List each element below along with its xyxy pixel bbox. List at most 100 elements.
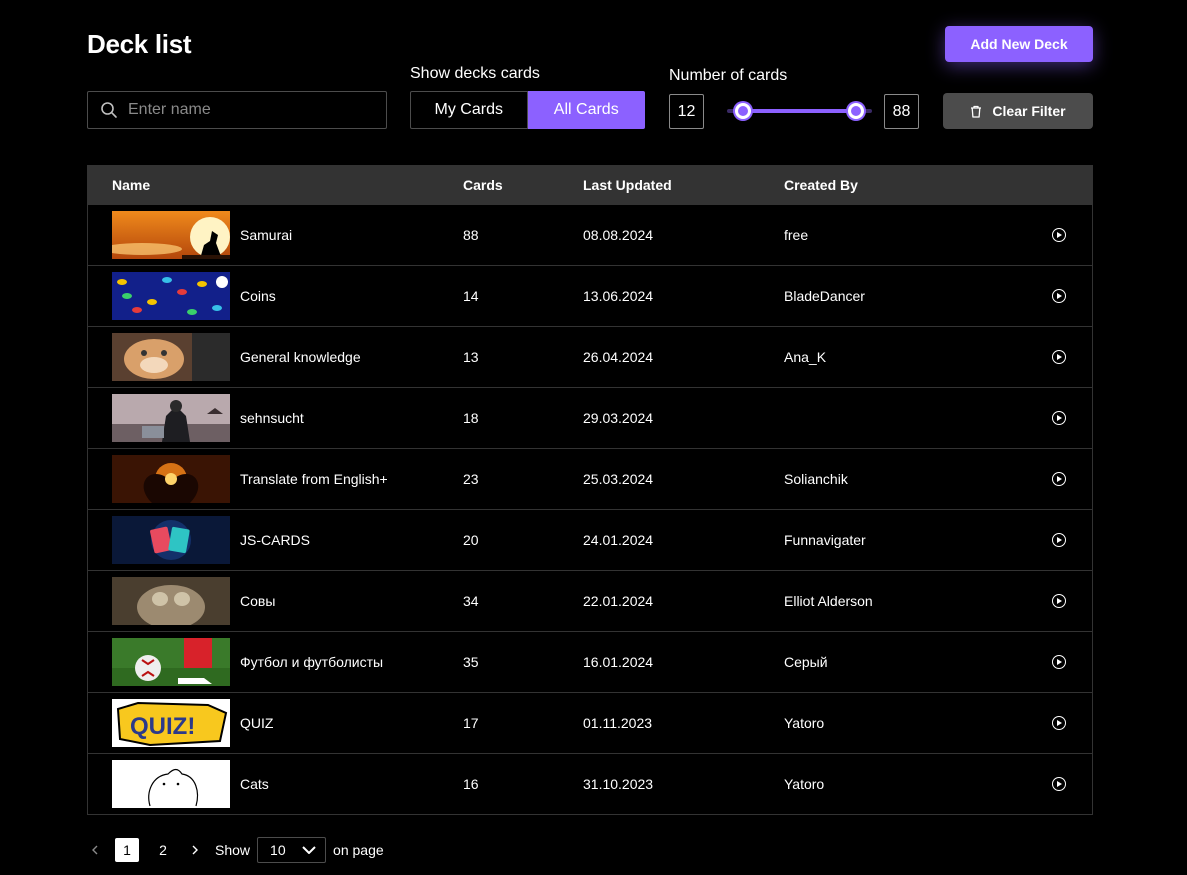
table-row[interactable]: General knowledge 13 26.04.2024 Ana_K xyxy=(88,326,1092,387)
show-decks-label: Show decks cards xyxy=(410,65,540,82)
deck-name[interactable]: Совы xyxy=(240,593,275,609)
per-page-select[interactable]: 10 xyxy=(257,837,327,863)
deck-cards-count: 34 xyxy=(463,593,479,609)
search-input[interactable] xyxy=(128,101,368,119)
deck-name[interactable]: JS-CARDS xyxy=(240,532,310,548)
table-row[interactable]: Translate from English+ 23 25.03.2024 Solia… xyxy=(88,448,1092,509)
deck-created-by: Solianchik xyxy=(784,471,848,487)
deck-cover-image[interactable] xyxy=(112,272,230,320)
play-icon[interactable] xyxy=(1052,655,1066,669)
table-row[interactable]: Футбол и футболисты 35 16.01.2024 Серый xyxy=(88,631,1092,692)
decks-table: Name Cards Last Updated Created By Samur… xyxy=(87,165,1093,815)
play-icon[interactable] xyxy=(1052,777,1066,791)
prev-page-icon[interactable] xyxy=(87,844,103,856)
deck-last-updated: 31.10.2023 xyxy=(583,776,654,792)
play-icon[interactable] xyxy=(1052,228,1066,242)
play-icon[interactable] xyxy=(1052,472,1066,486)
table-row[interactable]: Cats 16 31.10.2023 Yatoro xyxy=(88,753,1092,814)
deck-last-updated: 22.01.2024 xyxy=(583,593,654,609)
page-2[interactable]: 2 xyxy=(151,838,175,862)
deck-cards-count: 20 xyxy=(463,532,479,548)
tab-all-cards[interactable]: All Cards xyxy=(527,91,645,129)
next-page-icon[interactable] xyxy=(187,844,203,856)
deck-cover-image[interactable] xyxy=(112,760,230,808)
play-icon[interactable] xyxy=(1052,411,1066,425)
page-1[interactable]: 1 xyxy=(115,838,139,862)
show-decks-toggle[interactable]: My Cards All Cards xyxy=(410,91,645,129)
deck-name[interactable]: Samurai xyxy=(240,227,292,243)
deck-created-by: free xyxy=(784,227,809,243)
deck-last-updated: 29.03.2024 xyxy=(583,410,654,426)
deck-cover-image[interactable]: QUIZ! xyxy=(112,699,230,747)
deck-last-updated: 08.08.2024 xyxy=(583,227,654,243)
deck-cover-image[interactable] xyxy=(112,211,230,259)
table-row[interactable]: Coins 14 13.06.2024 BladeDancer xyxy=(88,265,1092,326)
add-new-deck-button[interactable]: Add New Deck xyxy=(945,26,1093,62)
deck-name[interactable]: Cats xyxy=(240,776,269,792)
deck-created-by: Ana_K xyxy=(784,349,827,365)
chevron-down-icon xyxy=(302,846,316,854)
deck-last-updated: 16.01.2024 xyxy=(583,654,654,670)
play-icon[interactable] xyxy=(1052,350,1066,364)
on-page-label: on page xyxy=(333,842,384,858)
table-row[interactable]: Samurai 88 08.08.2024 free xyxy=(88,204,1092,265)
trash-icon xyxy=(971,105,982,118)
range-max-value: 88 xyxy=(884,94,919,129)
column-header-name[interactable]: Name xyxy=(112,177,150,193)
deck-cards-count: 35 xyxy=(463,654,479,670)
deck-last-updated: 01.11.2023 xyxy=(583,715,653,731)
deck-name[interactable]: sehnsucht xyxy=(240,410,304,426)
play-icon[interactable] xyxy=(1052,594,1066,608)
deck-name[interactable]: Футбол и футболисты xyxy=(240,654,383,670)
deck-name[interactable]: General knowledge xyxy=(240,349,361,365)
table-row[interactable]: JS-CARDS 20 24.01.2024 Funnavigater xyxy=(88,509,1092,570)
play-icon[interactable] xyxy=(1052,289,1066,303)
deck-cover-image[interactable] xyxy=(112,516,230,564)
deck-cards-count: 23 xyxy=(463,471,479,487)
table-row[interactable]: Совы 34 22.01.2024 Elliot Alderson xyxy=(88,570,1092,631)
deck-last-updated: 24.01.2024 xyxy=(583,532,654,548)
deck-created-by: BladeDancer xyxy=(784,288,865,304)
search-box[interactable] xyxy=(87,91,387,129)
play-icon[interactable] xyxy=(1052,533,1066,547)
deck-created-by: Elliot Alderson xyxy=(784,593,873,609)
deck-created-by: Yatoro xyxy=(784,776,825,792)
deck-cards-count: 13 xyxy=(463,349,479,365)
play-icon[interactable] xyxy=(1052,716,1066,730)
deck-created-by: Yatoro xyxy=(784,715,825,731)
deck-name[interactable]: Coins xyxy=(240,288,276,304)
per-page-value: 10 xyxy=(270,842,286,858)
deck-created-by: Funnavigater xyxy=(784,532,866,548)
cards-range-slider[interactable] xyxy=(727,103,872,119)
deck-last-updated: 26.04.2024 xyxy=(583,349,654,365)
deck-cover-image[interactable] xyxy=(112,577,230,625)
deck-cards-count: 88 xyxy=(463,227,479,243)
deck-cover-image[interactable] xyxy=(112,333,230,381)
deck-cards-count: 14 xyxy=(463,288,479,304)
slider-min-handle[interactable] xyxy=(735,103,751,119)
column-header-last-updated[interactable]: Last Updated xyxy=(583,177,672,193)
tab-my-cards[interactable]: My Cards xyxy=(410,91,528,129)
table-row[interactable]: sehnsucht 18 29.03.2024 xyxy=(88,387,1092,448)
column-header-cards[interactable]: Cards xyxy=(463,177,503,193)
slider-range-fill xyxy=(743,109,856,113)
table-row[interactable]: QUIZ! QUIZ 17 01.11.2023 Yatoro xyxy=(88,692,1092,753)
deck-last-updated: 13.06.2024 xyxy=(583,288,654,304)
clear-filter-label: Clear Filter xyxy=(992,103,1066,119)
number-of-cards-label: Number of cards xyxy=(669,67,788,84)
search-icon xyxy=(101,102,117,118)
deck-last-updated: 25.03.2024 xyxy=(583,471,654,487)
clear-filter-button[interactable]: Clear Filter xyxy=(943,93,1093,129)
deck-cover-image[interactable] xyxy=(112,394,230,442)
pagination: 1 2 Show 10 on page xyxy=(87,837,384,863)
deck-created-by: Серый xyxy=(784,654,828,670)
page-title: Deck list xyxy=(87,29,192,59)
column-header-created-by[interactable]: Created By xyxy=(784,177,858,193)
deck-name[interactable]: QUIZ xyxy=(240,715,273,731)
deck-name[interactable]: Translate from English+ xyxy=(240,471,388,487)
svg-text:QUIZ!: QUIZ! xyxy=(130,713,195,740)
show-label: Show xyxy=(215,842,251,858)
deck-cover-image[interactable] xyxy=(112,638,230,686)
slider-max-handle[interactable] xyxy=(848,103,864,119)
deck-cover-image[interactable] xyxy=(112,455,230,503)
